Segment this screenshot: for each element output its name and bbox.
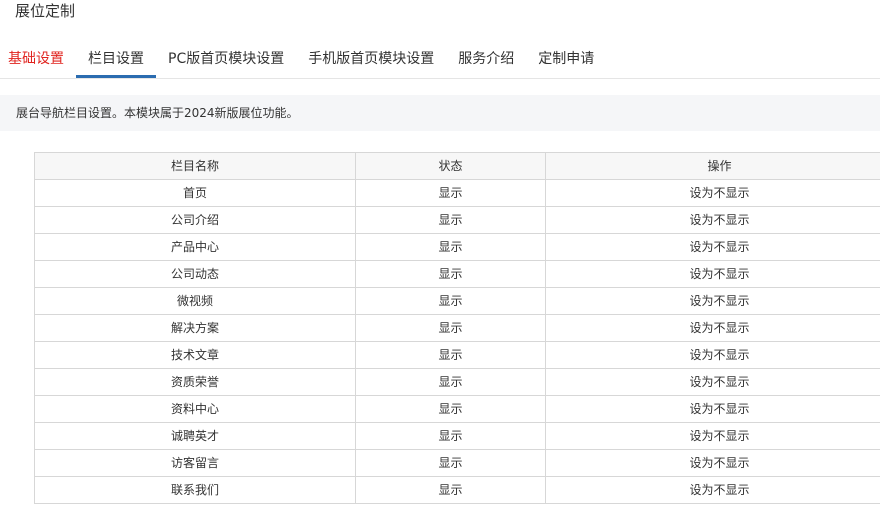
- row-name: 产品中心: [34, 233, 356, 261]
- table-row: 公司动态 显示 设为不显示: [34, 260, 880, 288]
- row-action-cell: 设为不显示: [545, 233, 880, 261]
- table-row: 产品中心 显示 设为不显示: [34, 233, 880, 261]
- row-status: 显示: [355, 395, 546, 423]
- table-row: 诚聘英才 显示 设为不显示: [34, 422, 880, 450]
- table-row: 资质荣誉 显示 设为不显示: [34, 368, 880, 396]
- hide-column-button[interactable]: 设为不显示: [689, 294, 749, 308]
- tab-column-settings[interactable]: 栏目设置: [76, 40, 156, 78]
- hide-column-button[interactable]: 设为不显示: [689, 375, 749, 389]
- column-table: 栏目名称 状态 操作 首页 显示 设为不显示 公司介绍 显示 设为不显示 产品中…: [34, 152, 880, 504]
- hide-column-button[interactable]: 设为不显示: [689, 429, 749, 443]
- row-name: 公司介绍: [34, 206, 356, 234]
- row-action-cell: 设为不显示: [545, 368, 880, 396]
- row-status: 显示: [355, 341, 546, 369]
- row-action-cell: 设为不显示: [545, 314, 880, 342]
- hide-column-button[interactable]: 设为不显示: [689, 321, 749, 335]
- table-row: 访客留言 显示 设为不显示: [34, 449, 880, 477]
- row-status: 显示: [355, 206, 546, 234]
- tab-basic-settings[interactable]: 基础设置: [0, 40, 76, 78]
- header-column-name: 栏目名称: [34, 152, 356, 180]
- row-action-cell: 设为不显示: [545, 395, 880, 423]
- page-title: 展位定制: [15, 2, 76, 20]
- row-status: 显示: [355, 476, 546, 504]
- tab-custom-request[interactable]: 定制申请: [526, 40, 606, 78]
- tab-bar: 基础设置 栏目设置 PC版首页模块设置 手机版首页模块设置 服务介绍 定制申请: [0, 40, 880, 79]
- hide-column-button[interactable]: 设为不显示: [689, 186, 749, 200]
- row-status: 显示: [355, 287, 546, 315]
- row-status: 显示: [355, 233, 546, 261]
- row-name: 访客留言: [34, 449, 356, 477]
- row-name: 公司动态: [34, 260, 356, 288]
- header-status: 状态: [355, 152, 546, 180]
- row-status: 显示: [355, 179, 546, 207]
- notice-banner: 展台导航栏目设置。本模块属于2024新版展位功能。: [0, 95, 880, 131]
- row-status: 显示: [355, 422, 546, 450]
- row-status: 显示: [355, 449, 546, 477]
- row-action-cell: 设为不显示: [545, 476, 880, 504]
- row-name: 微视频: [34, 287, 356, 315]
- hide-column-button[interactable]: 设为不显示: [689, 213, 749, 227]
- table-header-row: 栏目名称 状态 操作: [34, 152, 880, 180]
- hide-column-button[interactable]: 设为不显示: [689, 483, 749, 497]
- header-action: 操作: [545, 152, 880, 180]
- tab-service-intro[interactable]: 服务介绍: [446, 40, 526, 78]
- hide-column-button[interactable]: 设为不显示: [689, 402, 749, 416]
- table-row: 资料中心 显示 设为不显示: [34, 395, 880, 423]
- row-status: 显示: [355, 368, 546, 396]
- row-action-cell: 设为不显示: [545, 179, 880, 207]
- row-name: 资质荣誉: [34, 368, 356, 396]
- table-row: 微视频 显示 设为不显示: [34, 287, 880, 315]
- tab-mobile-home-modules[interactable]: 手机版首页模块设置: [296, 40, 446, 78]
- row-status: 显示: [355, 260, 546, 288]
- row-name: 资料中心: [34, 395, 356, 423]
- hide-column-button[interactable]: 设为不显示: [689, 267, 749, 281]
- row-name: 诚聘英才: [34, 422, 356, 450]
- row-name: 联系我们: [34, 476, 356, 504]
- table-row: 联系我们 显示 设为不显示: [34, 476, 880, 504]
- table-row: 首页 显示 设为不显示: [34, 179, 880, 207]
- hide-column-button[interactable]: 设为不显示: [689, 240, 749, 254]
- table-row: 公司介绍 显示 设为不显示: [34, 206, 880, 234]
- row-action-cell: 设为不显示: [545, 422, 880, 450]
- hide-column-button[interactable]: 设为不显示: [689, 348, 749, 362]
- row-name: 首页: [34, 179, 356, 207]
- tab-pc-home-modules[interactable]: PC版首页模块设置: [156, 40, 296, 78]
- row-action-cell: 设为不显示: [545, 206, 880, 234]
- row-name: 解决方案: [34, 314, 356, 342]
- table-row: 技术文章 显示 设为不显示: [34, 341, 880, 369]
- hide-column-button[interactable]: 设为不显示: [689, 456, 749, 470]
- row-action-cell: 设为不显示: [545, 341, 880, 369]
- row-status: 显示: [355, 314, 546, 342]
- row-action-cell: 设为不显示: [545, 260, 880, 288]
- row-action-cell: 设为不显示: [545, 287, 880, 315]
- row-name: 技术文章: [34, 341, 356, 369]
- table-row: 解决方案 显示 设为不显示: [34, 314, 880, 342]
- row-action-cell: 设为不显示: [545, 449, 880, 477]
